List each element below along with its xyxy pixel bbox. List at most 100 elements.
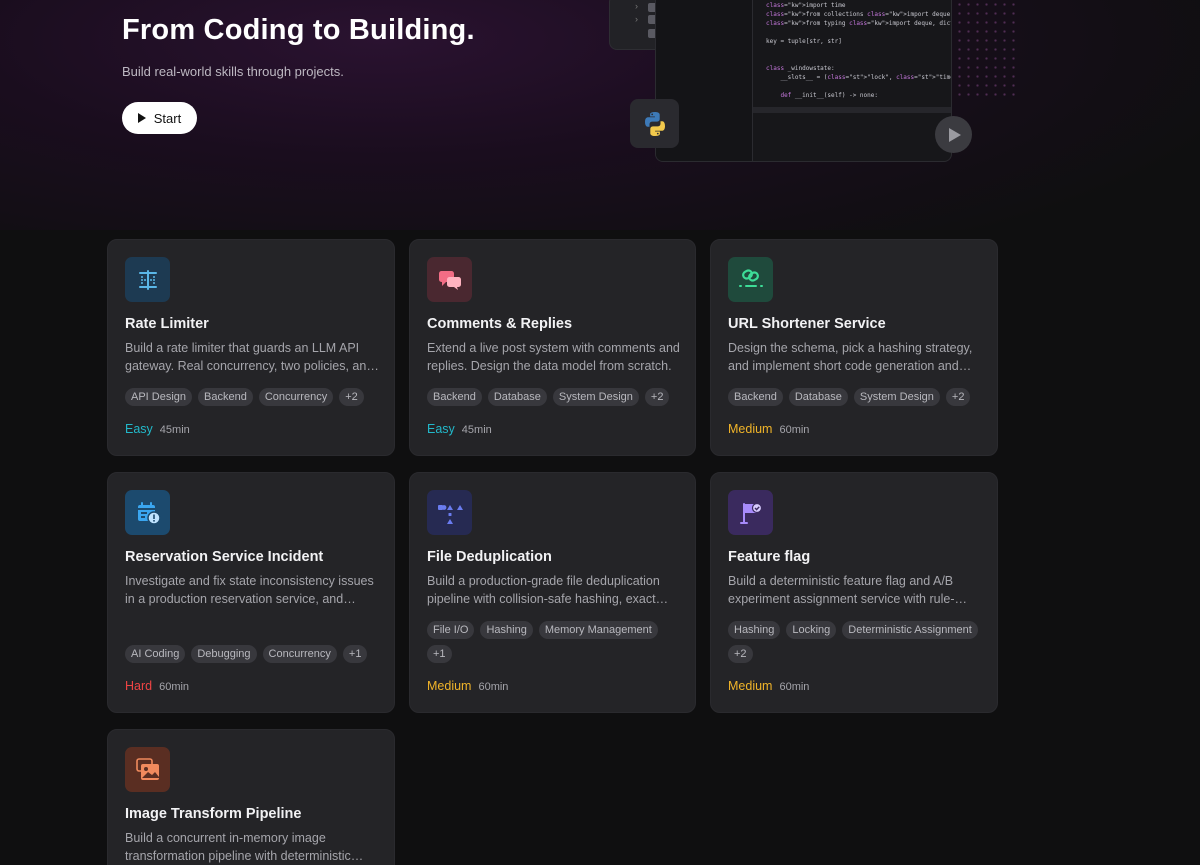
card-tags: Hashing Locking Deterministic Assignment…: [728, 621, 988, 663]
tag: Deterministic Assignment: [842, 621, 978, 639]
card-description: Build a rate limiter that guards an LLM …: [125, 341, 374, 373]
card-description: Build a deterministic feature flag and A…: [728, 574, 955, 606]
start-button[interactable]: Start: [122, 102, 197, 134]
link-icon: [728, 257, 773, 302]
project-card-reservation-incident[interactable]: Reservation Service Incident Investigate…: [107, 472, 395, 713]
tag: Database: [788, 388, 848, 406]
card-description: Investigate and fix state inconsistency …: [125, 574, 374, 606]
card-tags: AI Coding Debugging Concurrency +1: [125, 645, 385, 663]
tag: Locking: [786, 621, 837, 639]
tag: Memory Management: [538, 621, 658, 639]
project-card-image-transform[interactable]: Image Transform Pipeline Build a concurr…: [107, 729, 395, 865]
project-card-feature-flag[interactable]: Feature flag Build a deterministic featu…: [710, 472, 998, 713]
difficulty-label: Medium: [427, 679, 472, 693]
card-meta: Easy 45min: [125, 422, 190, 436]
dot-pattern-decoration: [955, 0, 1015, 100]
difficulty-label: Medium: [728, 679, 773, 693]
project-card-comments-replies[interactable]: Comments & Replies Extend a live post sy…: [409, 239, 696, 456]
code-line: class="kw">import time: [766, 2, 846, 9]
card-description: Extend a live post system with comments …: [427, 341, 680, 373]
play-icon: [137, 113, 146, 123]
card-meta: Medium 60min: [728, 679, 809, 693]
card-tags: Backend Database System Design +2: [728, 388, 988, 406]
difficulty-label: Medium: [728, 422, 773, 436]
code-line: class="kw">from collections class="kw">i…: [766, 11, 951, 18]
card-title: Image Transform Pipeline: [125, 806, 302, 822]
tag: File I/O: [427, 621, 475, 639]
tag: Concurrency: [262, 645, 337, 663]
chat-bubbles-icon: [427, 257, 472, 302]
card-title: URL Shortener Service: [728, 316, 886, 332]
difficulty-label: Hard: [125, 679, 153, 693]
duration-label: 60min: [478, 681, 509, 693]
tag: System Design: [853, 388, 940, 406]
card-title: Comments & Replies: [427, 316, 573, 332]
difficulty-label: Easy: [427, 422, 455, 436]
tag: Debugging: [191, 645, 257, 663]
play-demo-button[interactable]: [935, 116, 972, 153]
rate-limiter-icon: [125, 257, 170, 302]
card-meta: Medium 60min: [427, 679, 508, 693]
tag: System Design: [552, 388, 639, 406]
hero-banner: › › class="kw">import time class="kw">fro…: [0, 0, 1200, 230]
card-description: Build a production-grade file deduplicat…: [427, 574, 660, 606]
tag: Concurrency: [258, 388, 334, 406]
card-meta: Hard 60min: [125, 679, 189, 693]
project-card-url-shortener[interactable]: URL Shortener Service Design the schema,…: [710, 239, 998, 456]
duration-label: 60min: [159, 681, 190, 693]
shapes-dedupe-icon: [427, 490, 472, 535]
code-line: __slots__ = (class="st">"lock", class="s…: [766, 74, 951, 81]
calendar-alert-icon: [125, 490, 170, 535]
difficulty-label: Easy: [125, 422, 153, 436]
card-title: Rate Limiter: [125, 316, 209, 332]
project-card-file-deduplication[interactable]: File Deduplication Build a production-gr…: [409, 472, 696, 713]
flag-icon: [728, 490, 773, 535]
tag-more-count: +1: [427, 645, 452, 663]
chevron-right-icon: ›: [635, 14, 638, 24]
tag: Database: [487, 388, 547, 406]
card-title: Feature flag: [728, 549, 811, 565]
tag-more-count: +2: [339, 388, 364, 406]
tag-more-count: +2: [945, 388, 971, 406]
code-line: def __init__(self) -> none:: [780, 92, 878, 99]
code-line: class _windowstate:: [766, 65, 835, 72]
python-logo-tile: [630, 99, 679, 148]
tag: Hashing: [728, 621, 781, 639]
tag: Backend: [198, 388, 253, 406]
image-icon: [125, 747, 170, 792]
tag-more-count: +2: [728, 645, 753, 663]
tag: API Design: [125, 388, 193, 406]
card-description: Design the schema, pick a hashing strate…: [728, 341, 973, 373]
page-title: From Coding to Building.: [122, 14, 475, 46]
project-card-rate-limiter[interactable]: Rate Limiter Build a rate limiter that g…: [107, 239, 395, 456]
card-title: File Deduplication: [427, 549, 552, 565]
tag: Hashing: [480, 621, 533, 639]
code-line: key = tuple[str, str]: [766, 38, 842, 45]
duration-label: 45min: [159, 424, 190, 436]
code-editor-illustration: class="kw">import time class="kw">from co…: [655, 0, 952, 162]
tag: Backend: [728, 388, 783, 406]
project-card-grid: Rate Limiter Build a rate limiter that g…: [107, 239, 999, 865]
python-icon: [644, 111, 665, 136]
chevron-right-icon: ›: [635, 1, 638, 11]
tag: AI Coding: [125, 645, 186, 663]
card-tags: API Design Backend Concurrency +2: [125, 388, 385, 406]
play-icon: [949, 127, 961, 142]
tag-more-count: +2: [644, 388, 670, 406]
start-button-label: Start: [153, 110, 182, 126]
card-title: Reservation Service Incident: [125, 549, 324, 565]
tag-more-count: +1: [342, 645, 368, 663]
card-meta: Medium 60min: [728, 422, 809, 436]
card-meta: Easy 45min: [427, 422, 492, 436]
tag: Backend: [427, 388, 482, 406]
code-line: class="kw">from typing class="kw">import…: [766, 20, 951, 27]
page-subtitle: Build real-world skills through projects…: [122, 64, 344, 79]
card-tags: Backend Database System Design +2: [427, 388, 687, 406]
card-tags: File I/O Hashing Memory Management +1: [427, 621, 687, 663]
card-description: Build a concurrent in-memory image trans…: [125, 831, 351, 863]
duration-label: 45min: [461, 424, 492, 436]
code-snippet: class="kw">import time class="kw">from co…: [766, 1, 951, 100]
